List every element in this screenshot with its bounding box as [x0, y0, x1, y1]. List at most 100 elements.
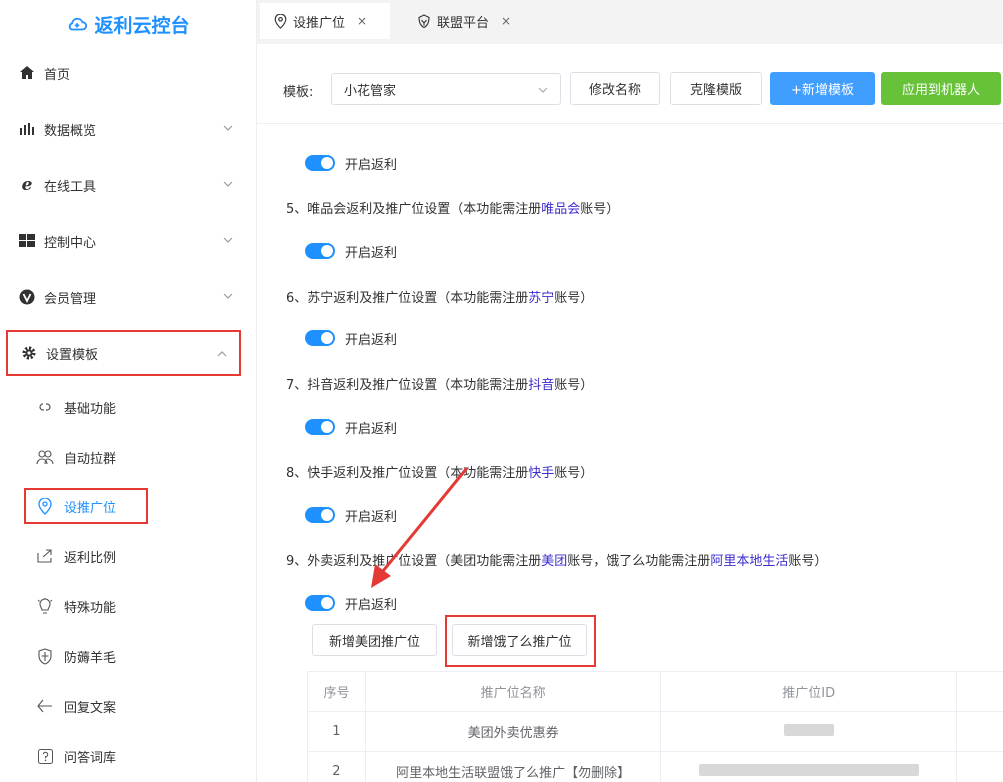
sidebar-subitem-label: 设推广位 [64, 500, 117, 516]
sidebar-subitem-reply-copy[interactable]: 回复文案 [0, 686, 245, 726]
close-icon[interactable]: × [501, 14, 511, 28]
gear-icon [20, 344, 38, 362]
template-toolbar: 模板: 小花管家 修改名称 克隆模版 +新增模板 应用到机器人 [257, 44, 1003, 124]
chevron-up-icon [217, 351, 227, 357]
chevron-down-icon [223, 181, 233, 187]
tab-bar: 设推广位 × 联盟平台 × [257, 0, 1003, 44]
douyin-link[interactable]: 抖音 [528, 378, 554, 393]
rebate-switch-row[interactable]: 开启返利 [305, 240, 397, 262]
sidebar-item-online-tools[interactable]: e 在线工具 [0, 162, 245, 208]
kuaishou-link[interactable]: 快手 [528, 466, 554, 481]
sidebar-item-control-center[interactable]: 控制中心 [0, 218, 245, 264]
shield-check-icon [418, 13, 430, 28]
clone-template-button[interactable]: 克隆模版 [670, 72, 762, 105]
section-text: 6、苏宁返利及推广位设置（本功能需注册 [286, 291, 529, 306]
rebate-toggle[interactable] [305, 330, 335, 346]
vip-link[interactable]: 唯品会 [541, 202, 580, 217]
sidebar-subitem-anti-abuse[interactable]: 防薅羊毛 [0, 636, 245, 676]
add-template-button[interactable]: +新增模板 [770, 72, 875, 105]
template-label: 模板: [283, 85, 314, 100]
app-logo[interactable]: 返利云控台 [0, 0, 256, 48]
section-text: 账号） [788, 554, 828, 569]
sidebar-subitem-label: 回复文案 [64, 700, 117, 716]
cell-extra [956, 711, 1003, 752]
section-text: 5、唯品会返利及推广位设置（本功能需注册 [286, 202, 542, 217]
section-suning-title: 6、苏宁返利及推广位设置（本功能需注册苏宁账号） [286, 287, 593, 306]
share-icon [36, 547, 54, 565]
meituan-link[interactable]: 美团 [541, 554, 567, 569]
table-row: 1 美团外卖优惠券 [307, 711, 1003, 752]
chevron-down-icon [223, 293, 233, 299]
sidebar-item-data-overview[interactable]: 数据概览 [0, 106, 245, 152]
sidebar-item-label: 会员管理 [44, 291, 97, 307]
sidebar-item-label: 设置模板 [46, 347, 99, 363]
sidebar-subitem-label: 自动拉群 [64, 451, 117, 467]
rebate-toggle[interactable] [305, 595, 335, 611]
sidebar-subitem-label: 基础功能 [64, 401, 117, 417]
annotation-arrow-icon [371, 467, 469, 588]
users-icon [36, 448, 54, 466]
tab-label: 联盟平台 [437, 15, 490, 31]
sidebar-item-settings-template[interactable]: 设置模板 [6, 330, 241, 376]
rebate-switch-row[interactable]: 开启返利 [305, 592, 397, 614]
bulb-icon [36, 597, 54, 615]
cell-id [660, 751, 958, 782]
highlight-box [445, 615, 596, 667]
sidebar-item-label: 在线工具 [44, 179, 97, 195]
chevron-down-icon [538, 87, 548, 93]
rebate-switch-row[interactable]: 开启返利 [305, 416, 397, 438]
rebate-switch-label: 开启返利 [345, 421, 398, 437]
sidebar-subitem-basic[interactable]: 基础功能 [0, 387, 245, 427]
reply-icon [36, 697, 54, 715]
sidebar-subitem-qa[interactable]: 问答词库 [0, 736, 245, 776]
rebate-toggle[interactable] [305, 243, 335, 259]
cloud-logo-icon [69, 17, 88, 31]
add-meituan-position-button[interactable]: 新增美团推广位 [312, 624, 437, 656]
sidebar-subitem-special[interactable]: 特殊功能 [0, 586, 245, 626]
rebate-toggle[interactable] [305, 419, 335, 435]
v-badge-icon [18, 288, 36, 306]
rebate-switch-label: 开启返利 [345, 245, 398, 261]
section-vip-title: 5、唯品会返利及推广位设置（本功能需注册唯品会账号） [286, 198, 619, 217]
template-select[interactable]: 小花管家 [331, 73, 561, 105]
section-text: 账号） [554, 291, 594, 306]
rebate-toggle[interactable] [305, 507, 335, 523]
rename-button[interactable]: 修改名称 [570, 72, 660, 105]
apply-to-robot-button[interactable]: 应用到机器人 [881, 72, 1001, 105]
sidebar-subitem-rebate-ratio[interactable]: 返利比例 [0, 536, 245, 576]
sidebar-subitem-label: 特殊功能 [64, 600, 117, 616]
redacted-id [698, 763, 919, 776]
sidebar-subitem-label: 返利比例 [64, 550, 117, 566]
section-text: 账号） [554, 466, 594, 481]
column-header: 序号 [307, 671, 366, 712]
sidebar-subitem-auto-group[interactable]: 自动拉群 [0, 437, 245, 477]
location-pin-icon [36, 497, 54, 515]
sidebar: 返利云控台 首页 数据概览 e 在线工具 控制中心 会员管理 设置模板 基础功能… [0, 0, 257, 782]
cell-no: 1 [307, 711, 366, 752]
sidebar-item-home[interactable]: 首页 [0, 50, 245, 96]
sidebar-subitem-promo-position[interactable]: 设推广位 [24, 488, 148, 524]
home-icon [18, 64, 36, 82]
redacted-id [783, 723, 834, 736]
bar-chart-icon [18, 120, 36, 138]
column-header: 推广位ID [660, 671, 958, 712]
sidebar-item-label: 首页 [44, 67, 71, 83]
close-icon[interactable]: × [357, 14, 367, 28]
sidebar-subitem-label: 防薅羊毛 [64, 650, 117, 666]
tab-alliance-platform[interactable]: 联盟平台 × [403, 3, 533, 39]
rebate-switch-label: 开启返利 [345, 597, 398, 613]
location-pin-icon [274, 13, 287, 29]
tab-label: 设推广位 [293, 15, 346, 31]
ali-local-life-link[interactable]: 阿里本地生活 [710, 554, 788, 569]
section-text: 账号，饿了么功能需注册 [567, 554, 711, 569]
sidebar-item-member-management[interactable]: 会员管理 [0, 274, 245, 320]
cell-name: 美团外卖优惠券 [364, 711, 662, 752]
rebate-toggle[interactable] [305, 155, 335, 171]
rebate-switch-row[interactable]: 开启返利 [305, 327, 397, 349]
rebate-switch-label: 开启返利 [345, 157, 398, 173]
rebate-switch-row[interactable]: 开启返利 [305, 152, 397, 174]
section-text: 7、抖音返利及推广位设置（本功能需注册 [286, 378, 529, 393]
main-content: 模板: 小花管家 修改名称 克隆模版 +新增模板 应用到机器人 开启返利 5、唯… [257, 44, 1003, 782]
tab-promo-position[interactable]: 设推广位 × [260, 3, 390, 39]
suning-link[interactable]: 苏宁 [528, 291, 554, 306]
